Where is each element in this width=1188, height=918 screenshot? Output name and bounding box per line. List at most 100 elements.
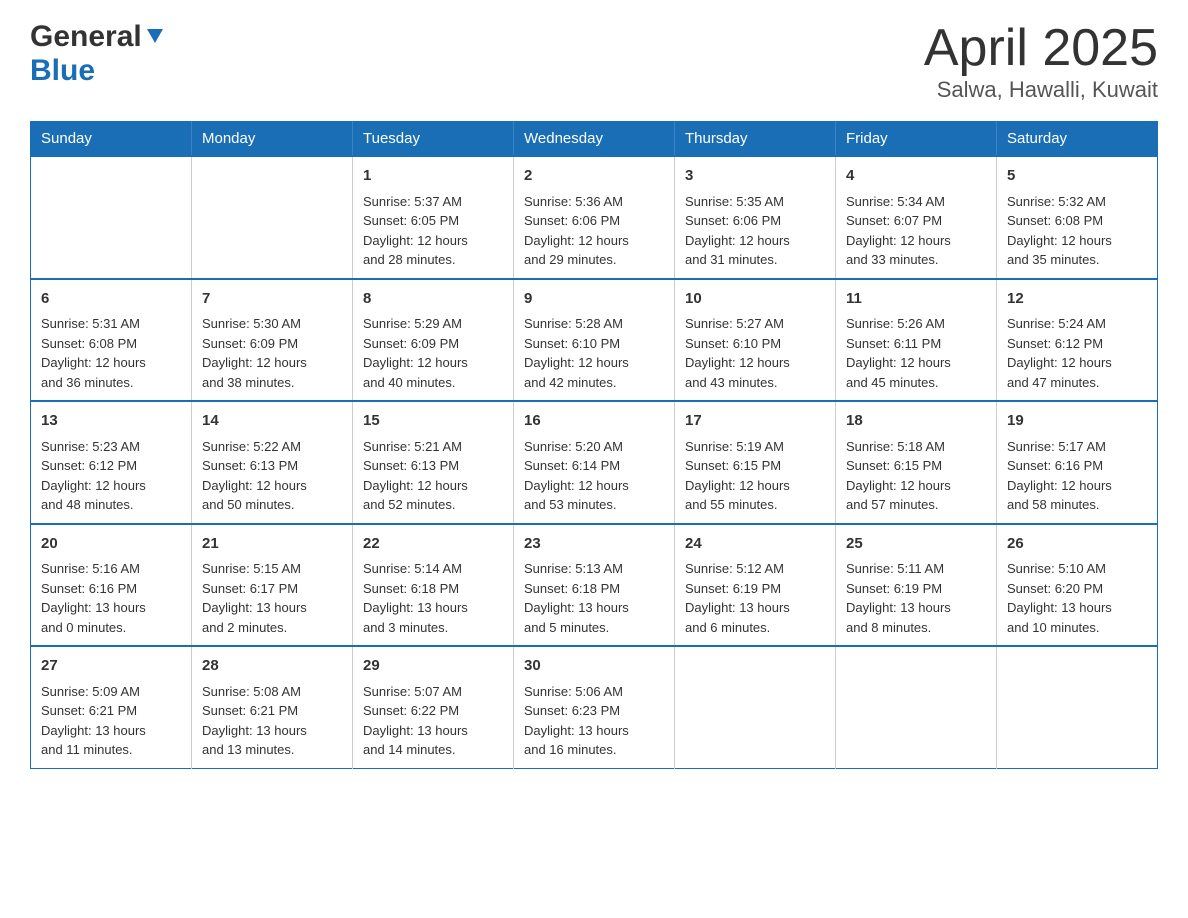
- day-info: Sunrise: 5:23 AM Sunset: 6:12 PM Dayligh…: [41, 437, 181, 515]
- weekday-header-friday: Friday: [836, 122, 997, 157]
- logo-blue-text: Blue: [30, 54, 95, 87]
- day-info: Sunrise: 5:10 AM Sunset: 6:20 PM Dayligh…: [1007, 559, 1147, 637]
- day-info: Sunrise: 5:27 AM Sunset: 6:10 PM Dayligh…: [685, 314, 825, 392]
- day-info: Sunrise: 5:13 AM Sunset: 6:18 PM Dayligh…: [524, 559, 664, 637]
- day-number: 16: [524, 410, 664, 433]
- weekday-header-wednesday: Wednesday: [514, 122, 675, 157]
- day-number: 2: [524, 165, 664, 188]
- day-info: Sunrise: 5:07 AM Sunset: 6:22 PM Dayligh…: [363, 682, 503, 760]
- calendar-week-row: 1 Sunrise: 5:37 AM Sunset: 6:05 PM Daylig…: [31, 156, 1158, 279]
- day-info: Sunrise: 5:19 AM Sunset: 6:15 PM Dayligh…: [685, 437, 825, 515]
- calendar-cell: 1 Sunrise: 5:37 AM Sunset: 6:05 PM Daylig…: [353, 156, 514, 279]
- day-number: 3: [685, 165, 825, 188]
- day-info: Sunrise: 5:17 AM Sunset: 6:16 PM Dayligh…: [1007, 437, 1147, 515]
- calendar-cell: 14 Sunrise: 5:22 AM Sunset: 6:13 PM Dayli…: [192, 401, 353, 524]
- calendar-cell: 23 Sunrise: 5:13 AM Sunset: 6:18 PM Dayli…: [514, 524, 675, 647]
- calendar-cell: 28 Sunrise: 5:08 AM Sunset: 6:21 PM Dayli…: [192, 646, 353, 768]
- day-number: 28: [202, 655, 342, 678]
- calendar-cell: 24 Sunrise: 5:12 AM Sunset: 6:19 PM Dayli…: [675, 524, 836, 647]
- calendar-cell: 8 Sunrise: 5:29 AM Sunset: 6:09 PM Daylig…: [353, 279, 514, 402]
- day-info: Sunrise: 5:26 AM Sunset: 6:11 PM Dayligh…: [846, 314, 986, 392]
- calendar-cell: 9 Sunrise: 5:28 AM Sunset: 6:10 PM Daylig…: [514, 279, 675, 402]
- day-number: 15: [363, 410, 503, 433]
- weekday-header-saturday: Saturday: [997, 122, 1158, 157]
- day-number: 6: [41, 288, 181, 311]
- calendar-week-row: 20Sunrise: 5:16 AM Sunset: 6:16 PM Dayli…: [31, 524, 1158, 647]
- day-info: Sunrise: 5:29 AM Sunset: 6:09 PM Dayligh…: [363, 314, 503, 392]
- day-number: 25: [846, 533, 986, 556]
- day-number: 1: [363, 165, 503, 188]
- calendar-cell: 19 Sunrise: 5:17 AM Sunset: 6:16 PM Dayli…: [997, 401, 1158, 524]
- day-number: 12: [1007, 288, 1147, 311]
- day-info: Sunrise: 5:09 AM Sunset: 6:21 PM Dayligh…: [41, 682, 181, 760]
- day-info: Sunrise: 5:34 AM Sunset: 6:07 PM Dayligh…: [846, 192, 986, 270]
- day-number: 11: [846, 288, 986, 311]
- weekday-header-sunday: Sunday: [31, 122, 192, 157]
- day-info: Sunrise: 5:36 AM Sunset: 6:06 PM Dayligh…: [524, 192, 664, 270]
- day-number: 19: [1007, 410, 1147, 433]
- calendar-cell: 7 Sunrise: 5:30 AM Sunset: 6:09 PM Daylig…: [192, 279, 353, 402]
- day-info: Sunrise: 5:16 AM Sunset: 6:16 PM Dayligh…: [41, 559, 181, 637]
- day-number: 23: [524, 533, 664, 556]
- day-number: 26: [1007, 533, 1147, 556]
- day-number: 8: [363, 288, 503, 311]
- weekday-header-row: SundayMondayTuesdayWednesdayThursdayFrid…: [31, 122, 1158, 157]
- day-number: 10: [685, 288, 825, 311]
- day-number: 13: [41, 410, 181, 433]
- day-number: 4: [846, 165, 986, 188]
- logo-general-text: General: [30, 20, 142, 54]
- day-info: Sunrise: 5:30 AM Sunset: 6:09 PM Dayligh…: [202, 314, 342, 392]
- day-info: Sunrise: 5:31 AM Sunset: 6:08 PM Dayligh…: [41, 314, 181, 392]
- weekday-header-tuesday: Tuesday: [353, 122, 514, 157]
- calendar-cell: 6 Sunrise: 5:31 AM Sunset: 6:08 PM Daylig…: [31, 279, 192, 402]
- calendar-cell: [192, 156, 353, 279]
- day-info: Sunrise: 5:22 AM Sunset: 6:13 PM Dayligh…: [202, 437, 342, 515]
- calendar-cell: 20Sunrise: 5:16 AM Sunset: 6:16 PM Dayli…: [31, 524, 192, 647]
- weekday-header-thursday: Thursday: [675, 122, 836, 157]
- day-info: Sunrise: 5:28 AM Sunset: 6:10 PM Dayligh…: [524, 314, 664, 392]
- day-info: Sunrise: 5:32 AM Sunset: 6:08 PM Dayligh…: [1007, 192, 1147, 270]
- day-number: 7: [202, 288, 342, 311]
- day-number: 22: [363, 533, 503, 556]
- weekday-header-monday: Monday: [192, 122, 353, 157]
- calendar-cell: [997, 646, 1158, 768]
- day-info: Sunrise: 5:35 AM Sunset: 6:06 PM Dayligh…: [685, 192, 825, 270]
- day-info: Sunrise: 5:37 AM Sunset: 6:05 PM Dayligh…: [363, 192, 503, 270]
- logo-arrow-icon: [145, 25, 165, 50]
- day-info: Sunrise: 5:18 AM Sunset: 6:15 PM Dayligh…: [846, 437, 986, 515]
- logo: General Blue: [30, 20, 167, 88]
- day-info: Sunrise: 5:08 AM Sunset: 6:21 PM Dayligh…: [202, 682, 342, 760]
- day-number: 27: [41, 655, 181, 678]
- day-number: 29: [363, 655, 503, 678]
- calendar-cell: 27 Sunrise: 5:09 AM Sunset: 6:21 PM Dayli…: [31, 646, 192, 768]
- calendar-cell: 18Sunrise: 5:18 AM Sunset: 6:15 PM Dayli…: [836, 401, 997, 524]
- day-number: 24: [685, 533, 825, 556]
- day-info: Sunrise: 5:20 AM Sunset: 6:14 PM Dayligh…: [524, 437, 664, 515]
- calendar-cell: 25 Sunrise: 5:11 AM Sunset: 6:19 PM Dayli…: [836, 524, 997, 647]
- calendar-cell: 5 Sunrise: 5:32 AM Sunset: 6:08 PM Daylig…: [997, 156, 1158, 279]
- day-number: 21: [202, 533, 342, 556]
- calendar-cell: 4 Sunrise: 5:34 AM Sunset: 6:07 PM Daylig…: [836, 156, 997, 279]
- day-number: 9: [524, 288, 664, 311]
- page-title: April 2025: [924, 20, 1158, 77]
- calendar-cell: 16 Sunrise: 5:20 AM Sunset: 6:14 PM Dayli…: [514, 401, 675, 524]
- day-number: 14: [202, 410, 342, 433]
- day-info: Sunrise: 5:06 AM Sunset: 6:23 PM Dayligh…: [524, 682, 664, 760]
- calendar-cell: 21 Sunrise: 5:15 AM Sunset: 6:17 PM Dayli…: [192, 524, 353, 647]
- day-number: 17: [685, 410, 825, 433]
- calendar-cell: 29 Sunrise: 5:07 AM Sunset: 6:22 PM Dayli…: [353, 646, 514, 768]
- page-subtitle: Salwa, Hawalli, Kuwait: [924, 77, 1158, 103]
- day-info: Sunrise: 5:15 AM Sunset: 6:17 PM Dayligh…: [202, 559, 342, 637]
- day-info: Sunrise: 5:12 AM Sunset: 6:19 PM Dayligh…: [685, 559, 825, 637]
- day-info: Sunrise: 5:11 AM Sunset: 6:19 PM Dayligh…: [846, 559, 986, 637]
- day-info: Sunrise: 5:24 AM Sunset: 6:12 PM Dayligh…: [1007, 314, 1147, 392]
- calendar-header: SundayMondayTuesdayWednesdayThursdayFrid…: [31, 122, 1158, 157]
- calendar-cell: 26 Sunrise: 5:10 AM Sunset: 6:20 PM Dayli…: [997, 524, 1158, 647]
- calendar-week-row: 13 Sunrise: 5:23 AM Sunset: 6:12 PM Dayli…: [31, 401, 1158, 524]
- calendar-cell: [675, 646, 836, 768]
- page-header: General Blue April 2025 Salwa, Hawalli, …: [30, 20, 1158, 103]
- day-number: 5: [1007, 165, 1147, 188]
- calendar-week-row: 27 Sunrise: 5:09 AM Sunset: 6:21 PM Dayli…: [31, 646, 1158, 768]
- calendar-cell: 30Sunrise: 5:06 AM Sunset: 6:23 PM Dayli…: [514, 646, 675, 768]
- title-block: April 2025 Salwa, Hawalli, Kuwait: [924, 20, 1158, 103]
